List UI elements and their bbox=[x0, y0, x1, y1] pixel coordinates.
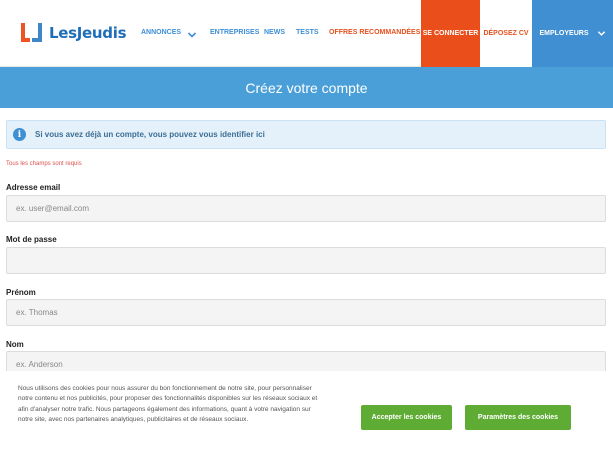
cookie-text: Nous utilisons des cookies pour nous ass… bbox=[18, 385, 318, 423]
nav-link-offres[interactable]: OFFRES RECOMMANDÉES bbox=[329, 29, 420, 36]
email-label: Adresse email bbox=[6, 183, 61, 192]
password-label: Mot de passe bbox=[6, 235, 57, 244]
employers-menu[interactable]: EMPLOYEURS bbox=[532, 0, 613, 67]
nav-link-news[interactable]: NEWS bbox=[264, 29, 285, 36]
login-info-text: Si vous avez déjà un compte, vous pouvez… bbox=[35, 130, 265, 139]
email-field[interactable]: ex. user@email.com bbox=[6, 195, 606, 222]
top-navigation: LesJeudis ANNONCES ENTREPRISES NEWS TEST… bbox=[0, 0, 613, 67]
accept-cookies-button[interactable]: Accepter les cookies bbox=[361, 405, 452, 430]
logo-mark-icon bbox=[21, 23, 43, 43]
chevron-down-icon bbox=[597, 31, 605, 36]
lastname-label: Nom bbox=[6, 340, 24, 349]
nav-link-annonces[interactable]: ANNONCES bbox=[141, 29, 181, 36]
page-title: Créez votre compte bbox=[245, 79, 368, 96]
upload-cv-button[interactable]: DÉPOSEZ CV bbox=[480, 0, 532, 67]
required-note: Tous les champs sont requis bbox=[6, 161, 82, 167]
brand-logo[interactable]: LesJeudis bbox=[21, 22, 127, 44]
login-info-box[interactable]: i Si vous avez déjà un compte, vous pouv… bbox=[6, 120, 606, 149]
firstname-field[interactable]: ex. Thomas bbox=[6, 299, 606, 326]
brand-name: LesJeudis bbox=[49, 24, 127, 42]
password-field[interactable] bbox=[6, 247, 606, 274]
page-banner: Créez votre compte bbox=[0, 67, 613, 108]
employers-label: EMPLOYEURS bbox=[539, 30, 589, 37]
chevron-down-icon[interactable] bbox=[187, 27, 197, 38]
connect-button[interactable]: SE CONNECTER bbox=[421, 0, 480, 67]
nav-link-tests[interactable]: TESTS bbox=[296, 29, 319, 36]
firstname-label: Prénom bbox=[6, 288, 36, 297]
info-circle-icon: i bbox=[13, 128, 26, 141]
cookie-settings-button[interactable]: Paramètres des cookies bbox=[465, 405, 571, 430]
nav-link-entreprises[interactable]: ENTREPRISES bbox=[210, 29, 259, 36]
